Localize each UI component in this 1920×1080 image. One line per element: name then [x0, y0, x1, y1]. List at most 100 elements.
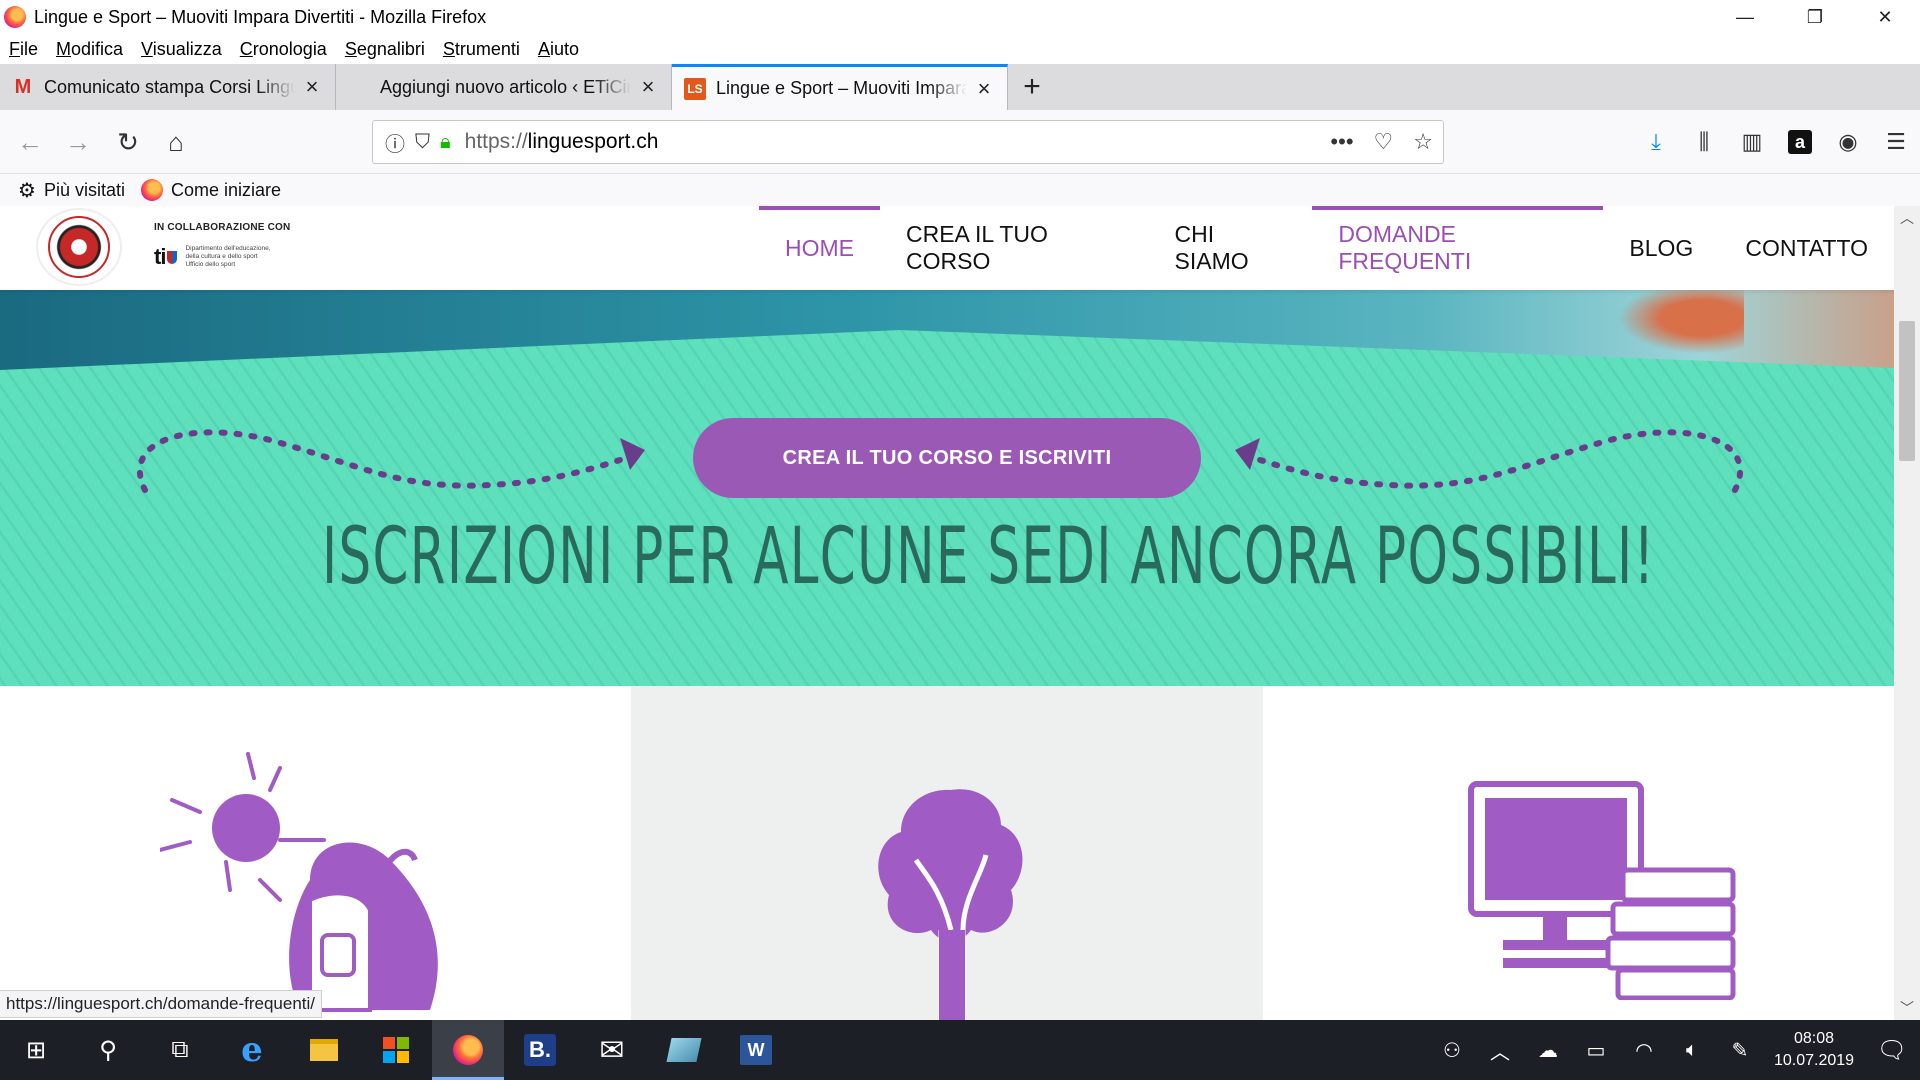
word-icon: W	[740, 1035, 772, 1065]
clock-date: 10.07.2019	[1773, 1052, 1855, 1069]
notification-icon[interactable]: 🗨︎	[1864, 1020, 1920, 1080]
nav-chi-siamo[interactable]: CHI SIAMO	[1149, 206, 1313, 290]
bookmark-star-icon[interactable]: ☆	[1413, 129, 1433, 155]
menu-visualizza[interactable]: Visualizza	[141, 39, 222, 60]
pen-icon[interactable]: ✎	[1716, 1020, 1764, 1080]
amazon-icon[interactable]: a	[1776, 124, 1824, 160]
tab-linguesport[interactable]: LS Lingue e Sport – Muoviti Impara Diver…	[672, 64, 1008, 110]
wordpress-icon	[348, 76, 370, 98]
menu-aiuto[interactable]: Aiuto	[538, 39, 579, 60]
taskbar-app[interactable]	[648, 1020, 720, 1080]
feature-column	[631, 680, 1263, 1020]
department-text: Dipartimento dell'educazione, della cult…	[185, 245, 271, 268]
reload-button[interactable]: ↻	[110, 124, 146, 160]
close-tab-icon[interactable]: ×	[637, 74, 659, 100]
taskbar-explorer[interactable]	[288, 1020, 360, 1080]
menu-segnalibri[interactable]: Segnalibri	[345, 39, 425, 60]
bookmark-come-iniziare[interactable]: Come iniziare	[140, 179, 281, 201]
shield-icon[interactable]: ⛉	[415, 131, 430, 154]
taskbar-word[interactable]: W	[720, 1020, 792, 1080]
close-window-button[interactable]: ✕	[1850, 0, 1920, 34]
nav-domande-frequenti[interactable]: DOMANDE FREQUENTI	[1312, 206, 1604, 290]
menu-modifica[interactable]: Modifica	[56, 39, 123, 60]
onedrive-icon[interactable]: ☁	[1524, 1020, 1572, 1080]
main-navigation: HOME CREA IL TUO CORSO CHI SIAMO DOMANDE…	[759, 206, 1894, 290]
tab-strip: M Comunicato stampa Corsi Lingue e Sport…	[0, 64, 1920, 110]
toolbar-right: ⤓ ⫼ ▥ a ◉ ☰	[1632, 124, 1920, 160]
firefox-icon	[453, 1035, 483, 1065]
site-logo[interactable]	[36, 208, 122, 286]
nav-contatto[interactable]: CONTATTO	[1719, 206, 1894, 290]
url-text[interactable]: https://linguesport.ch	[465, 130, 659, 154]
window-title: Lingue e Sport – Muoviti Impara Divertit…	[34, 6, 487, 27]
account-icon[interactable]: ◉	[1824, 124, 1872, 160]
taskbar-store[interactable]	[360, 1020, 432, 1080]
feature-column	[1263, 680, 1894, 1020]
page-actions-button[interactable]: •••	[1330, 129, 1353, 155]
close-tab-icon[interactable]: ×	[973, 76, 995, 102]
linguesport-icon: LS	[684, 77, 706, 100]
dotted-arrow-right-icon	[1235, 429, 1744, 493]
menu-strumenti[interactable]: Strumenti	[443, 39, 520, 60]
tab-gmail[interactable]: M Comunicato stampa Corsi Lingue e Sport…	[0, 64, 336, 110]
library-icon[interactable]: ⫼	[1680, 124, 1728, 160]
nav-crea-il-tuo-corso[interactable]: CREA IL TUO CORSO	[880, 206, 1149, 290]
home-button[interactable]: ⌂	[158, 124, 194, 160]
people-icon[interactable]: ⚇	[1428, 1020, 1476, 1080]
tab-wordpress[interactable]: Aggiungi nuovo articolo ‹ ETiCinforma ×	[336, 64, 672, 110]
booking-icon: B.	[524, 1034, 556, 1066]
volume-icon[interactable]: 🔈︎	[1668, 1020, 1716, 1080]
pocket-icon[interactable]: ♡	[1374, 129, 1394, 155]
taskbar-booking[interactable]: B.	[504, 1020, 576, 1080]
title-bar: Lingue e Sport – Muoviti Impara Divertit…	[0, 0, 1920, 34]
scroll-up-icon[interactable]: ︿	[1894, 206, 1920, 230]
hamburger-menu-icon[interactable]: ☰	[1872, 124, 1920, 160]
store-icon	[383, 1037, 409, 1063]
wifi-icon[interactable]: ◠	[1620, 1020, 1668, 1080]
bookmark-piu-visitati[interactable]: ⚙ Più visitati	[18, 178, 125, 203]
minimize-button[interactable]: —	[1710, 0, 1780, 34]
url-bar[interactable]: ⓘ ⛉ 🔒︎ https://linguesport.ch ••• ♡ ☆	[372, 120, 1444, 164]
bookmarks-bar: ⚙ Più visitati Come iniziare	[0, 174, 1920, 206]
firefox-icon	[140, 179, 163, 201]
start-button[interactable]: ⊞	[0, 1020, 72, 1080]
lock-icon[interactable]: 🔒︎	[440, 131, 451, 154]
taskbar-mail[interactable]: ✉	[576, 1020, 648, 1080]
scroll-down-icon[interactable]: ﹀	[1894, 996, 1920, 1020]
windows-logo-icon: ⊞	[25, 1036, 47, 1064]
info-icon[interactable]: ⓘ	[385, 128, 405, 157]
cta-crea-corso-button[interactable]: CREA IL TUO CORSO E ISCRIVITI	[693, 418, 1201, 498]
task-view-button[interactable]: ⧉	[144, 1020, 216, 1080]
back-button[interactable]: ←	[12, 124, 48, 160]
nav-home[interactable]: HOME	[759, 206, 880, 290]
gear-icon: ⚙	[18, 179, 36, 202]
search-button[interactable]: ⚲	[72, 1020, 144, 1080]
taskbar-edge[interactable]: e	[216, 1020, 288, 1080]
new-tab-button[interactable]: +	[1008, 64, 1056, 110]
clock[interactable]: 08:08 10.07.2019	[1764, 1028, 1864, 1072]
page-scrollbar[interactable]: ︿ ﹀	[1894, 206, 1920, 1020]
edge-icon: e	[241, 1030, 263, 1070]
mail-icon: ✉	[599, 1033, 625, 1067]
hero-title: ISCRIZIONI PER ALCUNE SEDI ANCORA POSSIB…	[321, 512, 1656, 602]
nav-blog[interactable]: BLOG	[1603, 206, 1719, 290]
clock-time: 08:08	[1793, 1030, 1835, 1047]
menu-cronologia[interactable]: Cronologia	[240, 39, 327, 60]
forward-button[interactable]: →	[60, 124, 96, 160]
close-tab-icon[interactable]: ×	[301, 74, 323, 100]
chevron-up-icon[interactable]: ︿	[1476, 1020, 1524, 1080]
ti-text: ti	[154, 244, 166, 269]
restore-button[interactable]: ❐	[1780, 0, 1850, 34]
search-icon: ⚲	[99, 1036, 117, 1064]
sidebar-icon[interactable]: ▥	[1728, 124, 1776, 160]
task-view-icon: ⧉	[171, 1036, 189, 1063]
scrollbar-thumb[interactable]	[1899, 321, 1915, 461]
download-icon[interactable]: ⤓	[1632, 124, 1680, 160]
taskbar-firefox[interactable]	[432, 1020, 504, 1080]
computer-books-icon	[1468, 781, 1736, 1000]
battery-icon[interactable]: ▭	[1572, 1020, 1620, 1080]
menu-file[interactable]: File	[9, 39, 38, 60]
arrow-left-icon: ←	[17, 126, 43, 157]
hero-band: CREA IL TUO CORSO E ISCRIVITI ISCRIZIONI…	[0, 290, 1894, 686]
navigation-toolbar: ← → ↻ ⌂ ⓘ ⛉ 🔒︎ https://linguesport.ch ••…	[0, 110, 1920, 174]
